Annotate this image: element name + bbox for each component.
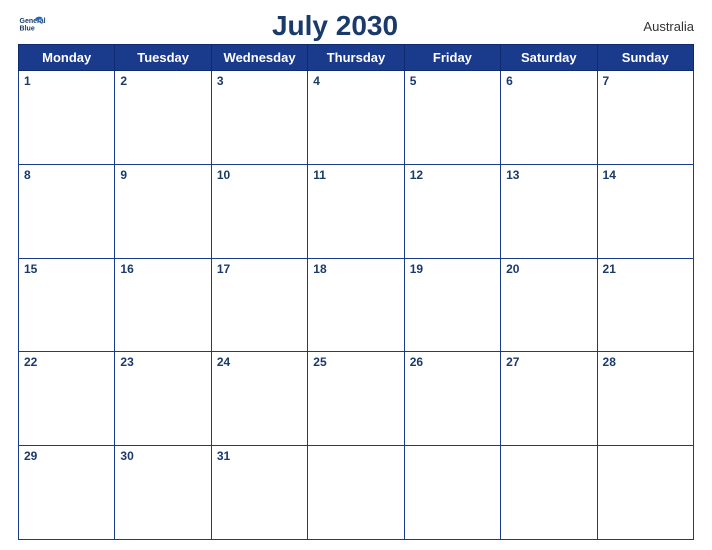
- date-number: 15: [24, 262, 37, 276]
- calendar-cell: 13: [501, 164, 597, 258]
- calendar-cell: 22: [19, 352, 115, 446]
- date-number: 3: [217, 74, 224, 88]
- date-number: 29: [24, 449, 37, 463]
- date-number: 30: [120, 449, 133, 463]
- calendar-cell: 15: [19, 258, 115, 352]
- date-number: 13: [506, 168, 519, 182]
- date-number: 27: [506, 355, 519, 369]
- week-row-1: 1 2 3 4 5 6 7: [19, 71, 694, 165]
- calendar-cell: 28: [597, 352, 693, 446]
- calendar-cell: 31: [211, 446, 307, 540]
- date-number: 24: [217, 355, 230, 369]
- date-number: 6: [506, 74, 513, 88]
- svg-text:Blue: Blue: [20, 26, 35, 33]
- calendar-title: July 2030: [46, 10, 624, 42]
- date-number: 14: [603, 168, 616, 182]
- top-bar: General Blue July 2030 Australia: [18, 10, 694, 42]
- calendar-cell: 18: [308, 258, 404, 352]
- calendar-cell: 27: [501, 352, 597, 446]
- week-row-4: 22 23 24 25 26 27 28: [19, 352, 694, 446]
- date-number: 25: [313, 355, 326, 369]
- date-number: 11: [313, 168, 326, 182]
- date-number: 5: [410, 74, 417, 88]
- date-number: 26: [410, 355, 423, 369]
- date-number: 10: [217, 168, 230, 182]
- week-row-2: 8 9 10 11 12 13 14: [19, 164, 694, 258]
- calendar-cell: [404, 446, 500, 540]
- date-number: 19: [410, 262, 423, 276]
- calendar-cell: 16: [115, 258, 211, 352]
- calendar-cell: 6: [501, 71, 597, 165]
- calendar-cell: 8: [19, 164, 115, 258]
- day-header-sunday: Sunday: [597, 45, 693, 71]
- day-header-thursday: Thursday: [308, 45, 404, 71]
- date-number: 17: [217, 262, 230, 276]
- calendar-cell: [597, 446, 693, 540]
- logo: General Blue: [18, 12, 46, 40]
- date-number: 2: [120, 74, 127, 88]
- date-number: 1: [24, 74, 31, 88]
- date-number: 9: [120, 168, 127, 182]
- date-number: 20: [506, 262, 519, 276]
- date-number: 23: [120, 355, 133, 369]
- date-number: 28: [603, 355, 616, 369]
- date-number: 8: [24, 168, 31, 182]
- calendar-cell: 23: [115, 352, 211, 446]
- logo-bird-icon: General Blue: [18, 12, 46, 40]
- calendar-cell: 9: [115, 164, 211, 258]
- calendar-cell: 5: [404, 71, 500, 165]
- date-number: 18: [313, 262, 326, 276]
- calendar-cell: 19: [404, 258, 500, 352]
- country-label: Australia: [624, 19, 694, 34]
- calendar-cell: 25: [308, 352, 404, 446]
- day-header-wednesday: Wednesday: [211, 45, 307, 71]
- week-row-5: 29 30 31: [19, 446, 694, 540]
- calendar-cell: 21: [597, 258, 693, 352]
- calendar-cell: 3: [211, 71, 307, 165]
- date-number: 21: [603, 262, 616, 276]
- day-header-friday: Friday: [404, 45, 500, 71]
- calendar-cell: 14: [597, 164, 693, 258]
- day-header-monday: Monday: [19, 45, 115, 71]
- calendar-cell: 10: [211, 164, 307, 258]
- date-number: 22: [24, 355, 37, 369]
- calendar-cell: 17: [211, 258, 307, 352]
- calendar-cell: 7: [597, 71, 693, 165]
- calendar-cell: 30: [115, 446, 211, 540]
- day-header-tuesday: Tuesday: [115, 45, 211, 71]
- calendar-cell: 12: [404, 164, 500, 258]
- calendar-cell: 11: [308, 164, 404, 258]
- date-number: 31: [217, 449, 230, 463]
- calendar-cell: 1: [19, 71, 115, 165]
- date-number: 16: [120, 262, 133, 276]
- calendar-cell: [501, 446, 597, 540]
- calendar-cell: 4: [308, 71, 404, 165]
- date-number: 7: [603, 74, 610, 88]
- calendar-table: MondayTuesdayWednesdayThursdayFridaySatu…: [18, 44, 694, 540]
- calendar-cell: 29: [19, 446, 115, 540]
- calendar-cell: 24: [211, 352, 307, 446]
- day-header-saturday: Saturday: [501, 45, 597, 71]
- week-row-3: 15 16 17 18 19 20 21: [19, 258, 694, 352]
- calendar-cell: 26: [404, 352, 500, 446]
- calendar-cell: 2: [115, 71, 211, 165]
- date-number: 12: [410, 168, 423, 182]
- date-number: 4: [313, 74, 320, 88]
- calendar-cell: 20: [501, 258, 597, 352]
- calendar-cell: [308, 446, 404, 540]
- day-headers-row: MondayTuesdayWednesdayThursdayFridaySatu…: [19, 45, 694, 71]
